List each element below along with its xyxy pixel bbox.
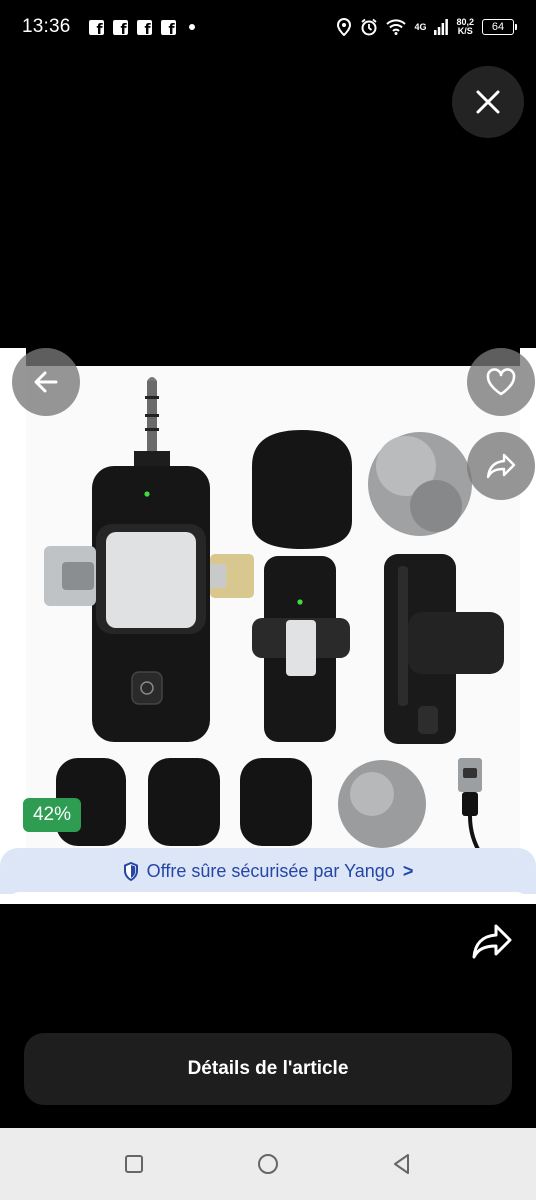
triangle-back-icon [394, 1154, 409, 1174]
network-type: 4G [414, 22, 427, 32]
facebook-icon [160, 19, 176, 38]
alarm-icon [361, 18, 378, 36]
secure-offer-text: Offre sûre sécurisée par Yango [146, 860, 395, 881]
product-image[interactable] [26, 366, 520, 866]
discount-badge: 42% [23, 798, 81, 832]
speed-unit: K/S [457, 26, 473, 36]
status-bar: 13:36 4G 80,2 K/S 64 [0, 0, 536, 54]
network-speed: 80,2 K/S [456, 18, 474, 36]
square-icon [125, 1155, 143, 1173]
heart-icon [486, 368, 516, 396]
share-icon [486, 453, 516, 479]
arrow-left-icon [34, 371, 58, 393]
chevron-right-icon: > [402, 860, 414, 881]
facebook-icon [112, 19, 128, 38]
share-icon [472, 924, 512, 959]
status-right: 4G 80,2 K/S 64 [336, 0, 517, 54]
item-details-button[interactable]: Détails de l'article [24, 1033, 512, 1105]
status-time: 13:36 [22, 16, 71, 37]
back-nav-button[interactable] [390, 1152, 414, 1176]
product-photo [44, 377, 504, 858]
close-button[interactable] [452, 66, 524, 138]
wifi-icon [386, 19, 407, 35]
system-nav-bar [0, 1128, 536, 1200]
facebook-icon [88, 19, 104, 38]
home-button[interactable] [256, 1152, 280, 1176]
image-top-strip [26, 348, 520, 366]
recents-button[interactable] [122, 1152, 146, 1176]
facebook-icon [136, 19, 152, 38]
close-icon [476, 90, 500, 114]
more-notifications-dot [188, 24, 195, 30]
share-button[interactable] [467, 432, 535, 500]
secure-offer-banner[interactable]: Offre sûre sécurisée par Yango > [0, 848, 536, 894]
location-icon [337, 18, 352, 36]
favorite-button[interactable] [467, 348, 535, 416]
back-button[interactable] [12, 348, 80, 416]
shield-icon [123, 861, 138, 881]
notification-icons [88, 19, 195, 38]
share-button-lower[interactable] [470, 920, 514, 964]
circle-icon [258, 1154, 278, 1174]
battery-indicator: 64 [482, 19, 517, 35]
sheet-edge [8, 892, 528, 904]
signal-icon [434, 19, 449, 35]
